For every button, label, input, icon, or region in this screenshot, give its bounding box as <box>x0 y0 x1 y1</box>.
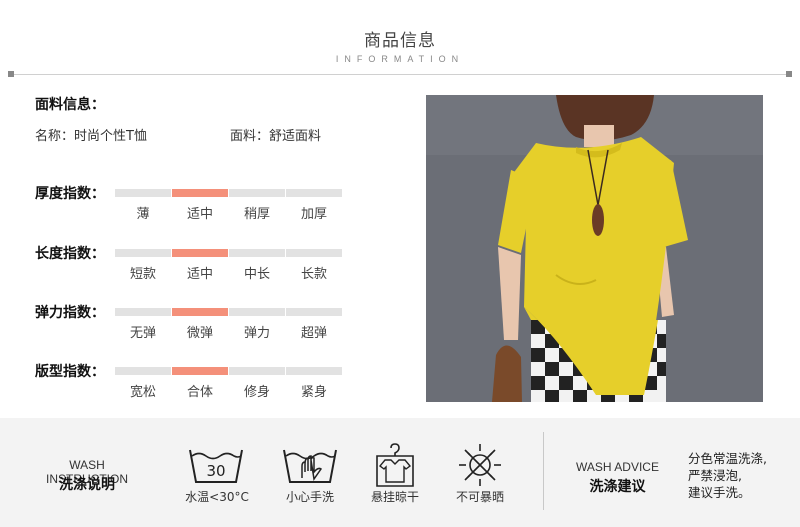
scale-option-label: 加厚 <box>300 207 327 222</box>
scale-option-label: 合体 <box>186 385 213 400</box>
scale-segment-selected <box>172 249 228 257</box>
care-label-hand-wash: 小心手洗 <box>285 490 334 504</box>
scale-segment <box>286 308 342 316</box>
index-label: 长度指数： <box>35 246 105 262</box>
index-label: 弹力指数： <box>35 305 105 321</box>
scale-segment-selected <box>172 367 228 375</box>
care-label-no-sun: 不可暴晒 <box>455 490 504 504</box>
wash-advice-title-en: WASH ADVICE <box>576 460 659 474</box>
hang-dry-icon <box>365 442 425 488</box>
care-label-temperature: 水温<30°C <box>185 490 249 504</box>
index-label: 版型指数： <box>35 364 105 380</box>
scale-option-label: 超弹 <box>300 326 327 341</box>
scale-segment <box>286 189 342 197</box>
fabric-info-title: 面料信息： <box>35 97 105 113</box>
divider-end-left <box>8 71 14 77</box>
scale-segment <box>229 367 285 375</box>
scale-segment <box>115 367 171 375</box>
scale-option-label: 短款 <box>129 267 156 282</box>
index-row: 厚度指数： 薄 适中 稍厚 加厚 <box>35 183 355 223</box>
fabric-name: 名称：时尚个性T恤 <box>35 129 147 144</box>
scale-segment <box>286 367 342 375</box>
scale-option-label: 适中 <box>186 267 213 282</box>
section-subtitle: INFORMATION <box>335 54 465 64</box>
care-divider <box>543 432 544 510</box>
scale-segment <box>229 189 285 197</box>
scale-option-label: 弹力 <box>243 326 270 341</box>
model-in-yellow-tshirt <box>426 95 763 402</box>
index-row: 版型指数： 宽松 合体 修身 紧身 <box>35 361 355 401</box>
scale-option-label: 薄 <box>136 207 150 222</box>
scale-segment <box>286 249 342 257</box>
scale-option-label: 适中 <box>186 207 213 222</box>
scale-segment <box>115 249 171 257</box>
advice-line: 严禁浸泡, <box>688 468 742 483</box>
care-label-hang-dry: 悬挂晾干 <box>370 490 419 504</box>
scale-segment-selected <box>172 308 228 316</box>
scale-option-label: 修身 <box>243 385 270 400</box>
index-label: 厚度指数： <box>35 186 105 202</box>
scale-segment <box>229 249 285 257</box>
scale-option-label: 长款 <box>300 267 327 282</box>
wash-advice-text: 分色常温洗涤, 严禁浸泡, 建议手洗。 <box>688 450 793 501</box>
advice-line: 分色常温洗涤, <box>688 451 767 466</box>
scale-option-label: 无弹 <box>129 326 156 341</box>
header-divider <box>8 74 792 75</box>
index-row: 弹力指数： 无弹 微弹 弹力 超弹 <box>35 302 355 342</box>
wash-30-icon: 30 <box>186 442 246 488</box>
advice-line: 建议手洗。 <box>688 485 751 500</box>
scale-option-label: 稍厚 <box>243 207 270 222</box>
wash-advice-title-cn: 洗涤建议 <box>589 479 646 495</box>
scale-segment <box>115 308 171 316</box>
no-sun-icon <box>450 442 510 488</box>
scale-option-label: 紧身 <box>300 385 327 400</box>
divider-end-right <box>786 71 792 77</box>
scale-segment-selected <box>172 189 228 197</box>
scale-segment <box>229 308 285 316</box>
wash-temp-text: 30 <box>206 462 225 480</box>
fabric-material: 面料：舒适面料 <box>230 129 322 144</box>
product-photo <box>426 95 763 402</box>
section-title: 商品信息 <box>364 31 436 51</box>
scale-option-label: 微弹 <box>186 326 213 341</box>
wash-instruction-title-cn: 洗涤说明 <box>59 477 115 493</box>
scale-option-label: 中长 <box>243 267 270 282</box>
hand-wash-icon <box>280 442 340 488</box>
scale-segment <box>115 189 171 197</box>
index-row: 长度指数： 短款 适中 中长 长款 <box>35 243 355 283</box>
scale-option-label: 宽松 <box>129 385 156 400</box>
